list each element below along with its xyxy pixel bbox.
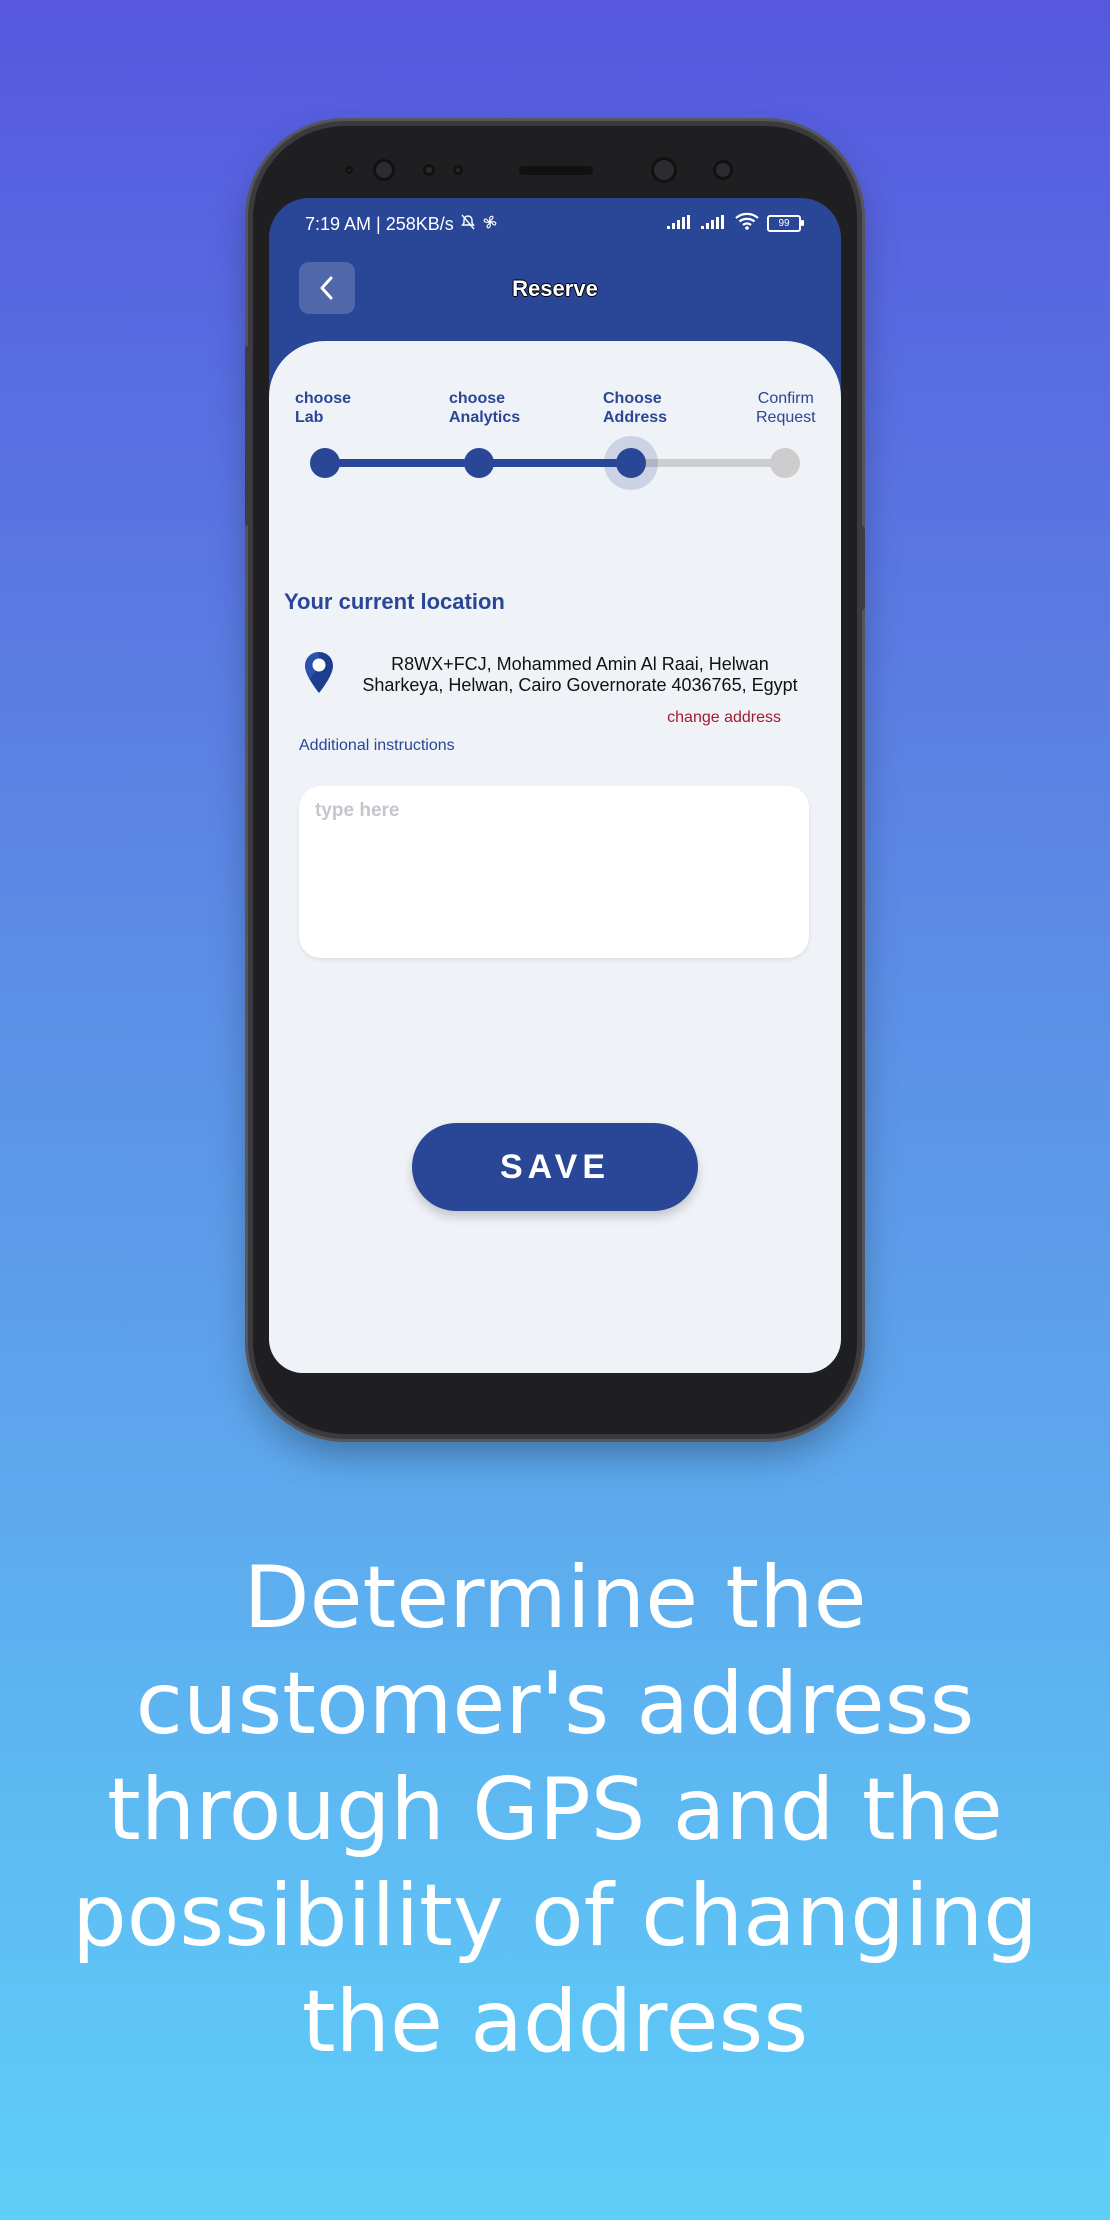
instructions-input[interactable] — [299, 786, 809, 958]
step-label-line1: choose — [449, 390, 506, 407]
step-confirm-request[interactable]: Confirm Request — [756, 389, 816, 427]
front-camera — [651, 157, 677, 183]
step-label-line2: Lab — [295, 409, 324, 426]
phone-screen: 7:19 AM | 258KB/s 99 Reserve choose Lab … — [269, 198, 841, 1373]
signal-icon — [701, 213, 727, 234]
step-label-line1: Choose — [603, 390, 662, 407]
map-pin-icon — [303, 651, 335, 700]
stepper-dot-analytics — [464, 448, 494, 478]
stepper-dot-lab — [310, 448, 340, 478]
save-button[interactable]: SAVE — [412, 1123, 698, 1211]
front-sensor — [423, 164, 435, 176]
stepper-dot-address — [616, 448, 646, 478]
fan-icon — [482, 214, 498, 235]
step-choose-address[interactable]: Choose Address — [603, 389, 667, 427]
page-title: Reserve — [512, 276, 598, 301]
app-header: Reserve — [269, 254, 841, 334]
front-camera — [373, 159, 395, 181]
signal-icon — [667, 213, 693, 234]
front-sensor — [713, 160, 733, 180]
instructions-label: Additional instructions — [299, 737, 455, 754]
current-address: R8WX+FCJ, Mohammed Amin Al Raai, Helwan … — [362, 654, 798, 695]
status-bar: 7:19 AM | 258KB/s 99 — [269, 198, 841, 248]
front-sensor — [345, 166, 353, 174]
promo-caption: Determine the customer's address through… — [72, 1548, 1038, 2072]
step-label-line2: Analytics — [449, 409, 521, 426]
earpiece-speaker — [519, 166, 593, 175]
step-choose-lab[interactable]: choose Lab — [295, 389, 351, 427]
volume-button — [245, 346, 250, 526]
power-button — [860, 526, 865, 610]
content-sheet: choose Lab choose Analytics Choose Addre… — [269, 341, 841, 1373]
step-label-line1: choose — [295, 390, 352, 407]
phone-frame: 7:19 AM | 258KB/s 99 Reserve choose Lab … — [245, 126, 865, 1434]
wifi-icon — [735, 212, 759, 235]
step-label-line2: Address — [603, 409, 668, 426]
front-sensor — [453, 165, 463, 175]
step-label-line2: Request — [756, 409, 816, 426]
mute-icon — [460, 214, 476, 235]
stepper-dot-confirm — [770, 448, 800, 478]
change-address-link[interactable]: change address — [667, 709, 781, 727]
battery-icon: 99 — [767, 215, 804, 232]
step-label-line1: Confirm — [757, 390, 814, 407]
section-title: Your current location — [284, 589, 505, 614]
step-choose-analytics[interactable]: choose Analytics — [449, 389, 520, 427]
status-time: 7:19 AM | 258KB/s — [305, 214, 454, 234]
